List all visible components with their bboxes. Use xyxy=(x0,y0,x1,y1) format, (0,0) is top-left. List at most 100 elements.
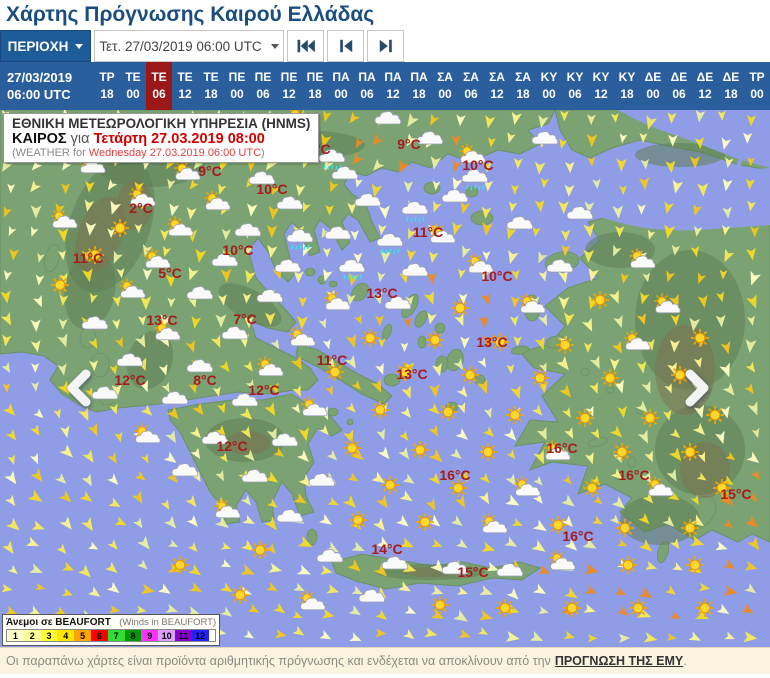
temperature-label: 11°C xyxy=(73,250,104,266)
weather-icon-s xyxy=(438,402,458,422)
timeline-time: 06:00 UTC xyxy=(7,87,71,102)
timeline-step[interactable]: ΣΑ 12 xyxy=(484,62,510,110)
beaufort-scale-cell: 9 xyxy=(141,630,159,641)
timeline-step[interactable]: ΤΕ 06 xyxy=(146,62,172,110)
toolbar: ΠΕΡΙΟΧΗ Τετ. 27/03/2019 06:00 UTC xyxy=(0,30,770,62)
next-region-arrow[interactable] xyxy=(680,368,716,408)
timeline-step[interactable]: ΤΕ 18 xyxy=(198,62,224,110)
temperature-label: 12°C xyxy=(114,372,145,388)
timeline-step[interactable]: ΣΑ 00 xyxy=(432,62,458,110)
weather-icon-s xyxy=(460,365,480,385)
weather-icon-s xyxy=(590,290,610,310)
weather-icon-s xyxy=(478,442,498,462)
beaufort-color-scale: 1 2 3 4 5 6 7 8 9 10 11 12 xyxy=(6,629,217,642)
forecast-map-area: 10°C9°C9°C10°C10°C2°C11°C10°C11°C5°C10°C… xyxy=(0,110,770,647)
timeline-step[interactable]: ΔΕ 06 xyxy=(666,62,692,110)
timeline-step[interactable]: ΠΕ 00 xyxy=(224,62,250,110)
beaufort-scale-cell: 2 xyxy=(23,630,41,641)
legend-title: Άνεμοι σε BEAUFORT (Winds in BEAUFORT) xyxy=(6,617,217,628)
timeline-step[interactable]: ΚΥ 00 xyxy=(536,62,562,110)
temperature-label: 13°C xyxy=(366,285,397,301)
weather-icon-s xyxy=(348,510,368,530)
beaufort-scale-cell: 12 xyxy=(191,630,209,641)
temperature-label: 5°C xyxy=(158,265,182,281)
timeline-step[interactable]: ΠΕ 06 xyxy=(250,62,276,110)
weather-icon-s xyxy=(425,330,445,350)
weather-icon-s xyxy=(342,438,362,458)
weather-icon-s xyxy=(415,512,435,532)
datetime-dropdown[interactable]: Τετ. 27/03/2019 06:00 UTC xyxy=(94,30,284,62)
timeline-step[interactable]: ΔΕ 00 xyxy=(640,62,666,110)
weather-icon-s xyxy=(680,518,700,538)
weather-icon-s xyxy=(170,555,190,575)
weather-icon-s xyxy=(615,518,635,538)
temperature-label: 9°C xyxy=(198,163,222,179)
weather-icon-s xyxy=(360,328,380,348)
step-forward-button[interactable] xyxy=(367,30,404,62)
timeline-step[interactable]: ΤΡ 00 xyxy=(744,62,770,110)
beaufort-scale-cell: 5 xyxy=(74,630,91,641)
region-dropdown-button[interactable]: ΠΕΡΙΟΧΗ xyxy=(0,30,91,62)
weather-icon-s xyxy=(618,555,638,575)
forecast-map[interactable]: 10°C9°C9°C10°C10°C2°C11°C10°C11°C5°C10°C… xyxy=(0,110,770,647)
hnms-header-box: ΕΘΝΙΚΗ ΜΕΤΕΩΡΟΛΟΓΙΚΗ ΥΠΗΡΕΣΙΑ (HNMS) ΚΑΙ… xyxy=(3,113,320,163)
temperature-label: 16°C xyxy=(562,528,593,544)
beaufort-scale-cell: 10 xyxy=(158,630,175,641)
chevron-left-icon xyxy=(67,369,91,407)
weather-icon-s xyxy=(410,440,430,460)
temperature-label: 12°C xyxy=(216,438,247,454)
timeline-current-label: 27/03/2019 06:00 UTC xyxy=(0,62,94,110)
temperature-label: 8°C xyxy=(193,372,217,388)
temperature-label: 11°C xyxy=(413,224,444,240)
timeline-step[interactable]: ΤΕ 12 xyxy=(172,62,198,110)
hnms-weather-line-en: (WEATHER for Wednesday 27.03.2019 06:00 … xyxy=(12,147,265,159)
beaufort-scale-cell: 6 xyxy=(90,630,108,641)
weather-icon-s xyxy=(495,598,515,618)
weather-icon-s xyxy=(690,328,710,348)
weather-icon-s xyxy=(705,405,725,425)
beaufort-scale-cell: 11 xyxy=(174,630,192,641)
temperature-label: 11°C xyxy=(317,352,348,368)
timeline-step[interactable]: ΚΥ 18 xyxy=(614,62,640,110)
weather-icon-s xyxy=(695,598,715,618)
timeline-step[interactable]: ΤΡ 18 xyxy=(94,62,120,110)
timeline-step[interactable]: ΣΑ 06 xyxy=(458,62,484,110)
timeline-step[interactable]: ΠΑ 12 xyxy=(380,62,406,110)
timeline-step[interactable]: ΣΑ 18 xyxy=(510,62,536,110)
timeline-step[interactable]: ΔΕ 18 xyxy=(718,62,744,110)
region-button-label: ΠΕΡΙΟΧΗ xyxy=(7,38,69,54)
temperature-label: 9°C xyxy=(397,136,421,152)
timeline-step[interactable]: ΠΑ 00 xyxy=(328,62,354,110)
timeline-step[interactable]: ΠΑ 18 xyxy=(406,62,432,110)
weather-icon-s xyxy=(582,478,602,498)
weather-icon-s xyxy=(628,598,648,618)
beaufort-scale-cell: 3 xyxy=(40,630,58,641)
emy-forecast-link[interactable]: ΠΡΟΓΝΩΣΗ ΤΗΣ ΕΜΥ xyxy=(555,654,683,668)
weather-icon-s xyxy=(110,218,130,238)
timeline-step[interactable]: ΔΕ 12 xyxy=(692,62,718,110)
previous-region-arrow[interactable] xyxy=(62,368,98,408)
timeline-step[interactable]: ΚΥ 06 xyxy=(562,62,588,110)
timeline-step[interactable]: ΠΑ 06 xyxy=(354,62,380,110)
skip-start-button[interactable] xyxy=(287,30,324,62)
timeline-step[interactable]: ΤΕ 00 xyxy=(120,62,146,110)
weather-icon-s xyxy=(555,335,575,355)
disclaimer-bar: Οι παραπάνω χάρτες είναι προϊόντα αριθμη… xyxy=(0,647,770,674)
timeline-step[interactable]: ΚΥ 12 xyxy=(588,62,614,110)
hnms-agency-line: ΕΘΝΙΚΗ ΜΕΤΕΩΡΟΛΟΓΙΚΗ ΥΠΗΡΕΣΙΑ (HNMS) xyxy=(12,116,311,131)
disclaimer-period: . xyxy=(683,654,687,668)
timeline-step[interactable]: ΠΕ 18 xyxy=(302,62,328,110)
weather-icon-s xyxy=(600,368,620,388)
chevron-down-icon xyxy=(75,43,84,49)
skip-start-icon xyxy=(297,39,315,53)
weather-icon-s xyxy=(370,400,390,420)
beaufort-scale-cell: 7 xyxy=(107,630,125,641)
disclaimer-text: Οι παραπάνω χάρτες είναι προϊόντα αριθμη… xyxy=(6,654,551,668)
hnms-weather-line-gr: ΚΑΙΡΟΣ για Τετάρτη 27.03.2019 08:00 xyxy=(12,131,265,147)
weather-icon-s xyxy=(562,598,582,618)
step-backward-button[interactable] xyxy=(327,30,364,62)
chevron-right-icon xyxy=(685,369,709,407)
weather-icon-s xyxy=(640,408,660,428)
timeline-step[interactable]: ΠΕ 12 xyxy=(276,62,302,110)
temperature-label: 2°C xyxy=(129,200,153,216)
